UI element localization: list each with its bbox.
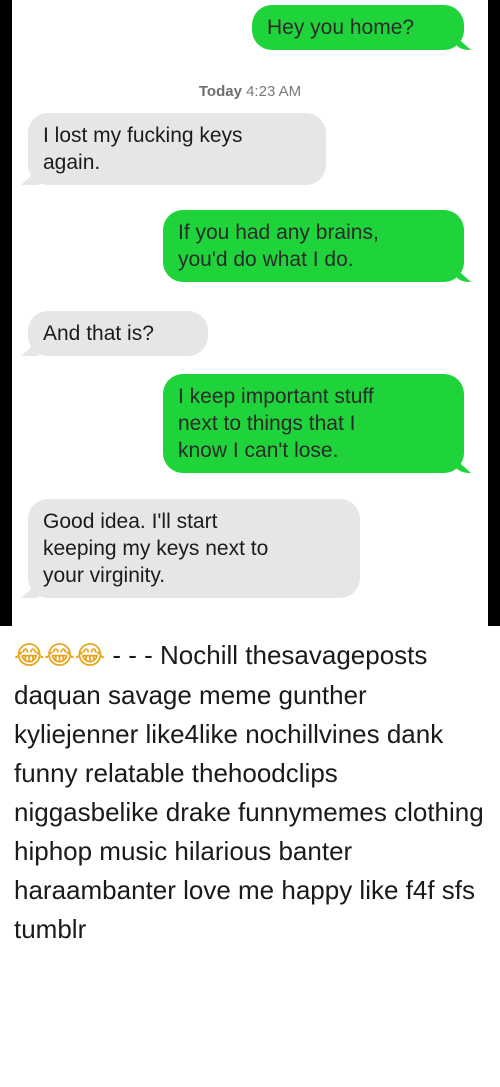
- message-bubble-incoming[interactable]: And that is?: [28, 311, 208, 356]
- timestamp-day: Today: [198, 83, 242, 100]
- screenshot-frame: Hey you home? Today 4:23 AM I lost my fu…: [0, 0, 500, 626]
- message-bubble-outgoing[interactable]: If you had any brains, you'd do what I d…: [163, 210, 464, 282]
- laughing-crying-emoji-icon: 😂😂😂: [14, 641, 106, 671]
- timestamp-time: 4:23 AM: [246, 83, 302, 100]
- message-bubble-outgoing[interactable]: I keep important stuff next to things th…: [163, 374, 464, 473]
- post-caption: 😂😂😂 - - - Nochill thesavageposts daquan …: [14, 636, 486, 949]
- caption-text: - - - Nochill thesavageposts daquan sava…: [14, 640, 484, 944]
- timestamp: Today 4:23 AM: [0, 83, 500, 100]
- message-bubble-outgoing[interactable]: Hey you home?: [252, 5, 464, 50]
- message-bubble-incoming[interactable]: Good idea. I'll start keeping my keys ne…: [28, 499, 360, 598]
- message-bubble-incoming[interactable]: I lost my fucking keys again.: [28, 113, 326, 185]
